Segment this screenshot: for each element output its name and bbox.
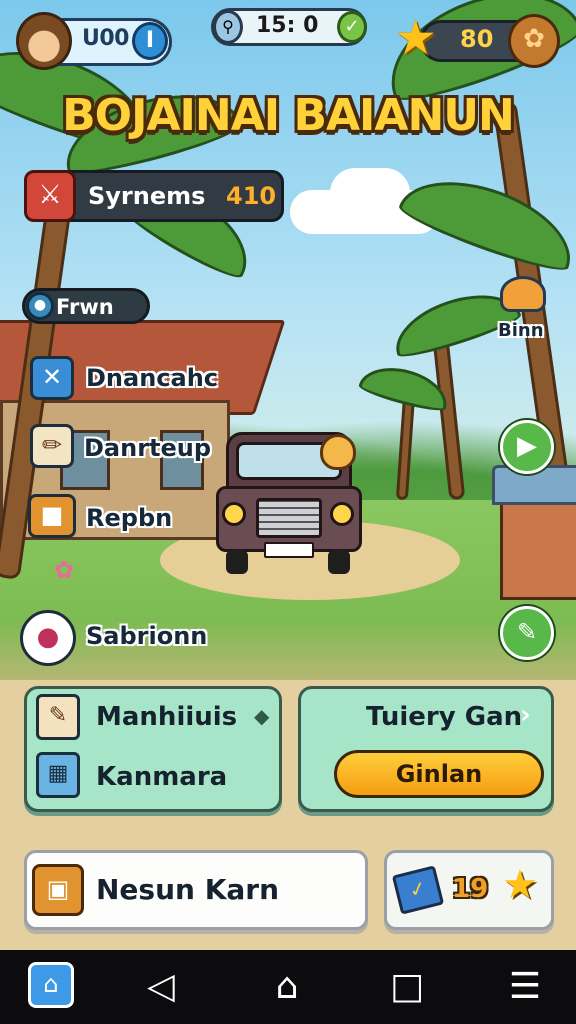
grid-calendar-icon[interactable]: ▦ (36, 752, 80, 798)
car-headlight (222, 502, 246, 526)
tool-icon[interactable]: ✎ (500, 606, 554, 660)
menu-item-sabrionn[interactable]: Sabrionn (86, 622, 207, 650)
menu-item-danrteup[interactable]: Danrteup (84, 434, 211, 462)
brush-icon[interactable]: ✏ (30, 424, 74, 468)
menu-item-dnancahc[interactable]: Dnancahc (86, 364, 218, 392)
star-icon: ★ (394, 10, 438, 66)
star-icon: ★ (502, 862, 538, 908)
panel-item-kanmara[interactable]: Kanmara (96, 762, 227, 792)
lock-icon: ⚲ (213, 10, 243, 44)
car-grill (256, 498, 322, 538)
timer-value: 15: 0 (256, 13, 319, 38)
pin-icon: ● (26, 292, 54, 320)
right-panel-title: Tuiery Gan (366, 702, 523, 732)
bottom-right-value: 19 (452, 874, 489, 904)
home-app-icon[interactable]: ⌂ (28, 962, 74, 1008)
panel-item-manhiiuis[interactable]: Manhiiuis (96, 702, 237, 732)
shield-badge-icon[interactable]: ✿ (508, 14, 560, 68)
flower-icon: ✿ (54, 556, 75, 584)
frwn-label: Frwn (56, 295, 114, 319)
check-icon[interactable]: ✓ (337, 11, 367, 43)
score-value: 410 (226, 182, 277, 210)
car-wheel (226, 550, 248, 574)
briefcase-icon: ▣ (32, 864, 84, 916)
coin-add-button[interactable]: I (132, 22, 168, 60)
game-title: BOJAINAI BAIANUN (62, 90, 515, 141)
fruit-icon[interactable]: ● (20, 610, 76, 666)
bin-icon[interactable] (500, 276, 546, 312)
coin-count: U00 (82, 26, 129, 51)
player-avatar[interactable] (16, 12, 72, 70)
chevron-right-icon[interactable]: › (520, 700, 531, 730)
bucket-icon[interactable]: ■ (28, 494, 76, 538)
close-x-icon[interactable]: ✕ (30, 356, 74, 400)
car-wheel (328, 550, 350, 574)
menu-item-repbn[interactable]: Repbn (86, 504, 172, 532)
car-plate (264, 542, 314, 558)
bin-label[interactable]: Binn (498, 320, 544, 341)
cloud (330, 168, 410, 218)
score-label: Syrnems (88, 182, 206, 210)
back-icon[interactable]: ◁ (136, 962, 186, 1012)
bottom-left-label[interactable]: Nesun Karn (96, 873, 279, 906)
car-headlight (330, 502, 354, 526)
map-scroll-icon[interactable]: ✎ (36, 694, 80, 740)
cat-character (320, 434, 356, 470)
home-icon[interactable]: ⌂ (262, 962, 312, 1012)
ginlan-button[interactable]: Ginlan (334, 750, 544, 798)
assistant-icon[interactable]: ☰ (500, 962, 550, 1012)
star-count: 80 (460, 25, 494, 53)
play-icon[interactable]: ▶ (500, 420, 554, 474)
sword-icon: ⚔ (24, 170, 76, 222)
diamond-icon: ◆ (254, 704, 270, 728)
recents-icon[interactable]: □ (382, 962, 432, 1012)
